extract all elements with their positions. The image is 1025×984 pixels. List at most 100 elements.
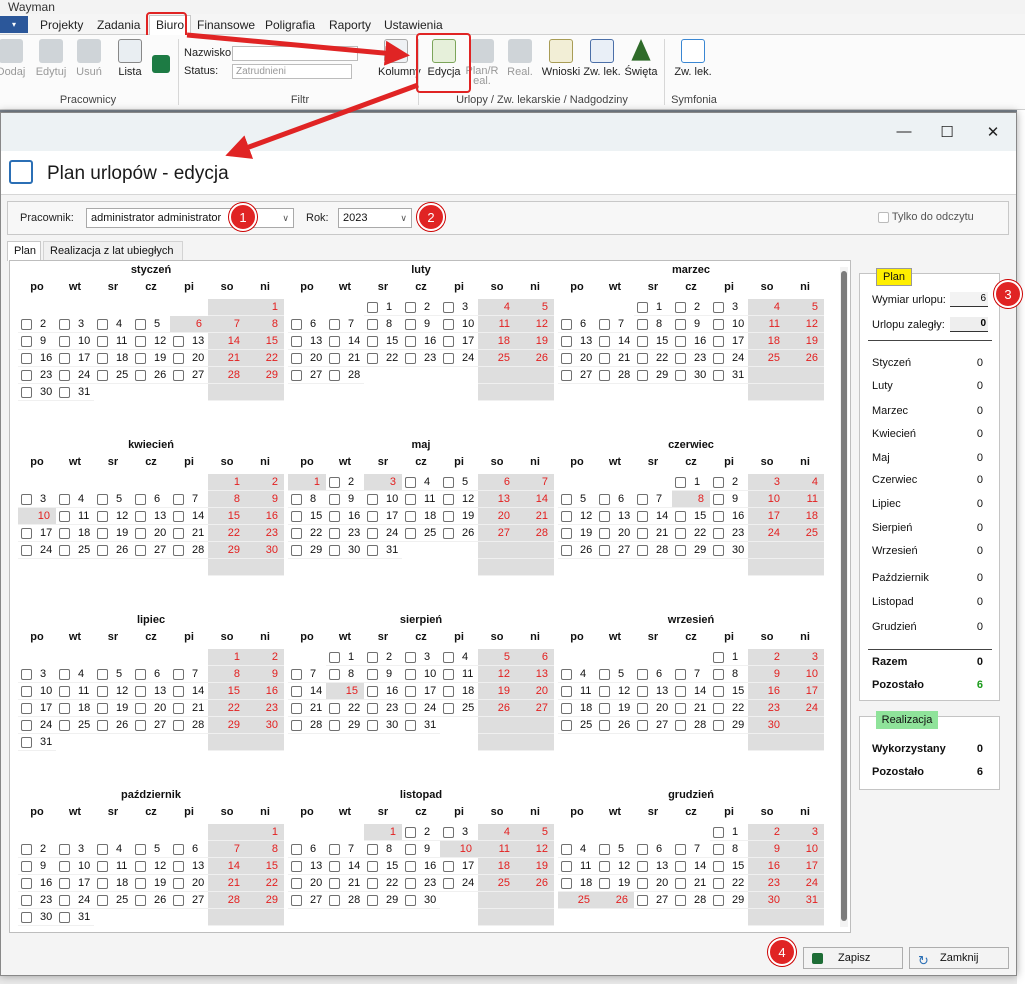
day-checkbox[interactable]: 28 [634,542,672,559]
day-checkbox[interactable]: 5 [440,474,478,491]
day-checkbox[interactable]: 5 [132,316,170,333]
day-checkbox[interactable]: 29 [710,892,748,909]
day-checkbox[interactable]: 23 [18,892,56,909]
day-checkbox[interactable]: 5 [94,491,132,508]
day-checkbox[interactable]: 3 [440,299,478,316]
day-checkbox[interactable]: 5 [596,841,634,858]
day-checkbox[interactable]: 10 [364,491,402,508]
day-checkbox[interactable]: 13 [132,508,170,525]
day-checkbox[interactable]: 19 [132,875,170,892]
day-checkbox[interactable]: 20 [170,350,208,367]
day-checkbox[interactable]: 22 [710,700,748,717]
day-checkbox[interactable]: 13 [558,333,596,350]
lista-button[interactable]: Lista [113,39,147,78]
day-checkbox[interactable]: 4 [558,666,596,683]
day-checkbox[interactable]: 8 [710,666,748,683]
day-checkbox[interactable]: 15 [288,508,326,525]
day-checkbox[interactable]: 17 [18,700,56,717]
day-checkbox[interactable]: 18 [440,683,478,700]
day-checkbox[interactable]: 25 [558,717,596,734]
day-checkbox[interactable]: 17 [402,683,440,700]
day-checkbox[interactable]: 15 [710,858,748,875]
menu-poligrafia[interactable]: Poligrafia [265,18,315,32]
day-checkbox[interactable]: 3 [402,649,440,666]
real-button[interactable]: Real. [504,39,536,78]
day-checkbox[interactable]: 7 [596,316,634,333]
day-checkbox[interactable]: 23 [326,525,364,542]
day-checkbox[interactable]: 6 [288,841,326,858]
day-checkbox[interactable]: 7 [672,841,710,858]
day-checkbox[interactable]: 7 [326,841,364,858]
day-checkbox[interactable]: 19 [94,525,132,542]
menu-raporty[interactable]: Raporty [329,18,371,32]
day-checkbox[interactable]: 20 [288,875,326,892]
day-checkbox[interactable]: 23 [402,350,440,367]
day-checkbox[interactable]: 4 [56,666,94,683]
day-checkbox[interactable]: 12 [132,858,170,875]
day-checkbox[interactable]: 20 [596,525,634,542]
day-checkbox[interactable]: 12 [440,491,478,508]
day-checkbox[interactable]: 14 [672,858,710,875]
day-checkbox[interactable]: 27 [288,367,326,384]
day-checkbox[interactable]: 24 [402,700,440,717]
day-checkbox[interactable]: 15 [710,683,748,700]
day-checkbox[interactable]: 22 [710,875,748,892]
day-checkbox[interactable]: 16 [18,350,56,367]
day-checkbox[interactable]: 29 [288,542,326,559]
day-checkbox[interactable]: 20 [558,350,596,367]
day-checkbox[interactable]: 26 [132,367,170,384]
day-checkbox[interactable]: 9 [672,316,710,333]
day-checkbox[interactable]: 11 [94,858,132,875]
zapisz-button[interactable]: Zapisz [803,947,903,969]
day-checkbox[interactable]: 8 [288,491,326,508]
day-checkbox[interactable]: 3 [56,841,94,858]
day-checkbox[interactable]: 2 [402,299,440,316]
day-checkbox[interactable]: 1 [672,474,710,491]
day-checkbox[interactable]: 11 [440,666,478,683]
day-checkbox[interactable]: 3 [56,316,94,333]
wnioski-button[interactable]: Wnioski [540,39,582,78]
day-checkbox[interactable]: 30 [18,384,56,401]
calendar-scrollbar[interactable] [840,267,848,927]
day-checkbox[interactable]: 19 [94,700,132,717]
day-checkbox[interactable]: 13 [170,333,208,350]
wymiar-input[interactable]: 6 [950,292,988,307]
day-checkbox[interactable]: 29 [364,892,402,909]
day-checkbox[interactable]: 17 [440,333,478,350]
day-checkbox[interactable]: 24 [18,542,56,559]
day-checkbox[interactable]: 23 [672,350,710,367]
day-checkbox[interactable]: 9 [18,858,56,875]
day-checkbox[interactable]: 8 [364,841,402,858]
readonly-checkbox[interactable]: Tylko do odczytu [878,211,974,223]
day-checkbox[interactable]: 20 [634,875,672,892]
day-checkbox[interactable]: 8 [326,666,364,683]
day-checkbox[interactable]: 5 [94,666,132,683]
day-checkbox[interactable]: 22 [288,525,326,542]
day-checkbox[interactable]: 19 [440,508,478,525]
day-checkbox[interactable]: 24 [56,892,94,909]
day-checkbox[interactable]: 18 [56,700,94,717]
day-checkbox[interactable]: 16 [402,858,440,875]
day-checkbox[interactable]: 24 [440,350,478,367]
maximize-button[interactable]: ☐ [937,123,957,141]
day-checkbox[interactable]: 28 [288,717,326,734]
day-checkbox[interactable]: 9 [402,841,440,858]
day-checkbox[interactable]: 15 [672,508,710,525]
day-checkbox[interactable]: 30 [402,892,440,909]
day-checkbox[interactable]: 27 [596,542,634,559]
day-checkbox[interactable]: 14 [170,508,208,525]
day-checkbox[interactable]: 21 [672,875,710,892]
day-checkbox[interactable]: 25 [94,892,132,909]
day-checkbox[interactable]: 6 [288,316,326,333]
day-checkbox[interactable]: 13 [170,858,208,875]
day-checkbox[interactable]: 25 [56,542,94,559]
edytuj-button[interactable]: Edytuj [34,39,68,78]
day-checkbox[interactable]: 29 [672,542,710,559]
app-menu-button[interactable]: ▾ [0,16,28,33]
day-checkbox[interactable]: 28 [672,892,710,909]
day-checkbox[interactable]: 1 [710,649,748,666]
day-checkbox[interactable]: 7 [634,491,672,508]
day-checkbox[interactable]: 23 [18,367,56,384]
day-checkbox[interactable]: 6 [132,491,170,508]
day-checkbox[interactable]: 23 [402,875,440,892]
